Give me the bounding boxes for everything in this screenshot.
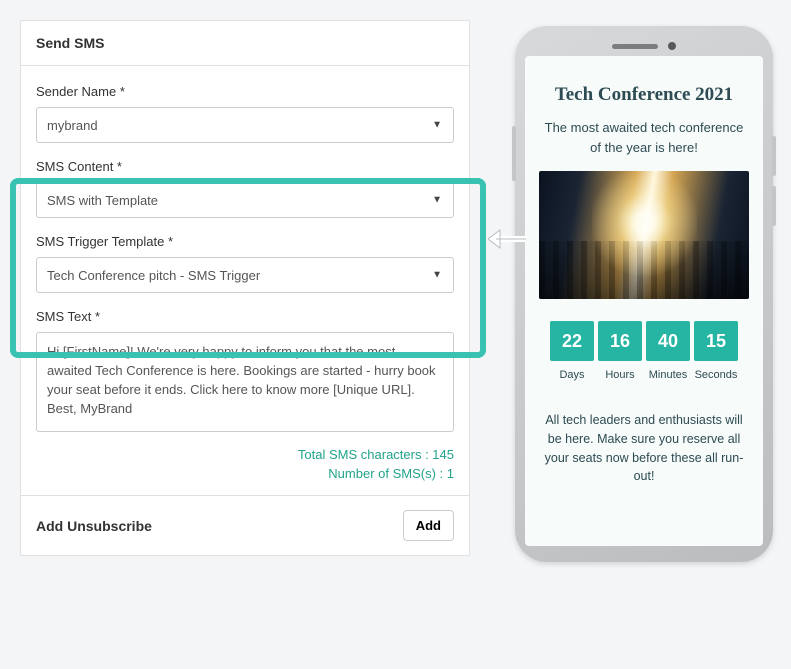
sms-content-select-wrap: SMS with Template ▼ (36, 182, 454, 218)
countdown-days-label: Days (550, 369, 594, 381)
sms-count: Number of SMS(s) : 1 (36, 466, 454, 481)
send-sms-panel: Send SMS Sender Name * mybrand ▼ SMS Con… (20, 20, 470, 556)
sms-trigger-label: SMS Trigger Template * (36, 234, 454, 249)
panel-title: Send SMS (21, 21, 469, 66)
phone-screen: Tech Conference 2021 The most awaited te… (525, 56, 763, 546)
phone-side-button (772, 186, 776, 226)
add-unsubscribe-title: Add Unsubscribe (36, 518, 152, 534)
sms-trigger-select-wrap: Tech Conference pitch - SMS Trigger ▼ (36, 257, 454, 293)
countdown-labels: Days Hours Minutes Seconds (539, 369, 749, 381)
sms-content-group: SMS Content * SMS with Template ▼ (36, 159, 454, 218)
phone-preview: Tech Conference 2021 The most awaited te… (515, 26, 773, 562)
preview-body: All tech leaders and enthusiasts will be… (539, 411, 749, 486)
countdown: 22 16 40 15 (539, 321, 749, 361)
sender-name-select-wrap: mybrand ▼ (36, 107, 454, 143)
countdown-minutes-value: 40 (646, 321, 690, 361)
sms-stats: Total SMS characters : 145 Number of SMS… (36, 447, 454, 481)
sms-text-textarea[interactable]: Hi [FirstName]! We're very happy to info… (36, 332, 454, 432)
speaker-icon (612, 44, 658, 49)
phone-side-button (772, 136, 776, 176)
sms-trigger-group: SMS Trigger Template * Tech Conference p… (36, 234, 454, 293)
phone-notch (525, 36, 763, 56)
countdown-hours-label: Hours (598, 369, 642, 381)
sms-trigger-select[interactable]: Tech Conference pitch - SMS Trigger (36, 257, 454, 293)
sms-text-group: SMS Text * Hi [FirstName]! We're very ha… (36, 309, 454, 481)
camera-icon (668, 42, 676, 50)
preview-hero-image (539, 171, 749, 299)
sms-content-select[interactable]: SMS with Template (36, 182, 454, 218)
countdown-minutes-label: Minutes (646, 369, 690, 381)
countdown-seconds-label: Seconds (694, 369, 738, 381)
panel-body: Sender Name * mybrand ▼ SMS Content * SM… (21, 66, 469, 496)
sms-content-label: SMS Content * (36, 159, 454, 174)
panel-footer: Add Unsubscribe Add (21, 496, 469, 555)
countdown-hours-value: 16 (598, 321, 642, 361)
sender-name-label: Sender Name * (36, 84, 454, 99)
preview-title: Tech Conference 2021 (539, 84, 749, 106)
sender-name-group: Sender Name * mybrand ▼ (36, 84, 454, 143)
countdown-seconds-value: 15 (694, 321, 738, 361)
char-count: Total SMS characters : 145 (36, 447, 454, 462)
preview-subtitle: The most awaited tech conference of the … (539, 118, 749, 157)
sms-text-label: SMS Text * (36, 309, 454, 324)
sender-name-select[interactable]: mybrand (36, 107, 454, 143)
phone-side-button (512, 126, 516, 181)
countdown-days-value: 22 (550, 321, 594, 361)
arrow-left-icon (488, 226, 528, 252)
add-button[interactable]: Add (403, 510, 454, 541)
